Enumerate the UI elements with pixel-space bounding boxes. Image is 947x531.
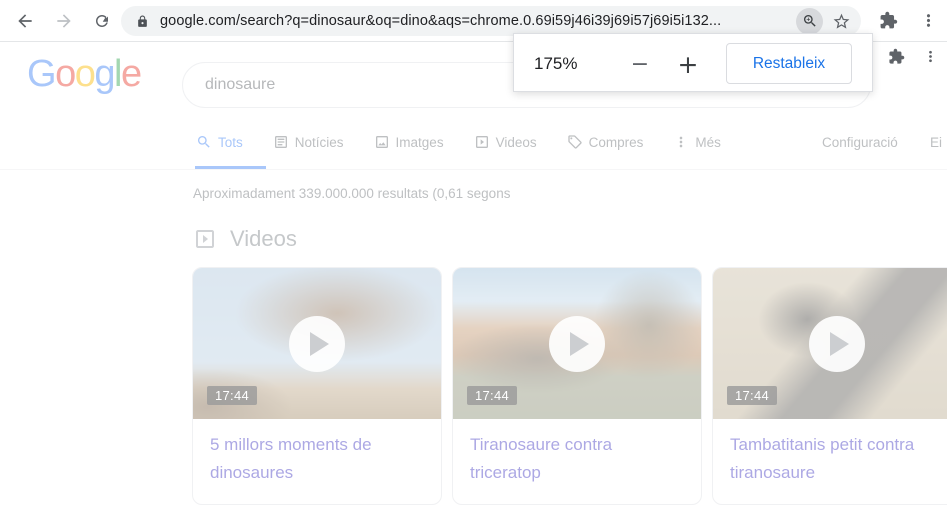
play-triangle-icon <box>310 332 329 356</box>
back-arrow-icon <box>15 11 35 31</box>
tab-label: Compres <box>589 135 644 150</box>
back-button[interactable] <box>14 10 36 32</box>
logo-letter: G <box>27 53 55 95</box>
videos-section-icon <box>193 227 217 251</box>
shopping-tag-icon <box>567 134 583 150</box>
video-title-link[interactable]: Tiranosaure contra triceratop <box>453 419 701 487</box>
zoom-indicator-button[interactable] <box>796 8 823 35</box>
forward-arrow-icon <box>54 11 74 31</box>
video-thumbnail[interactable]: 17:44 <box>453 268 701 419</box>
search-icon <box>196 134 212 150</box>
tabs-divider <box>0 169 947 170</box>
video-card[interactable]: 17:44 5 millors moments de dinosaures <box>192 267 442 505</box>
play-button[interactable] <box>289 316 345 372</box>
zoom-reset-button[interactable]: Restableix <box>726 43 852 84</box>
zoom-in-button[interactable]: + <box>672 48 704 80</box>
tab-tots[interactable]: Tots <box>196 134 243 150</box>
url-text: google.com/search?q=dinosaur&oq=dino&aqs… <box>160 13 796 29</box>
tab-videos[interactable]: Videos <box>474 134 537 150</box>
video-duration-badge: 17:44 <box>207 386 257 405</box>
settings-link[interactable]: Configuració <box>822 135 898 150</box>
zoom-in-magnifier-icon <box>802 13 818 29</box>
google-results-page: Google Tots Notícies Imatges Videos Comp… <box>0 42 947 531</box>
three-dot-menu-icon <box>919 11 938 30</box>
tab-noticies[interactable]: Notícies <box>273 134 344 150</box>
tab-label: Tots <box>218 135 243 150</box>
play-button[interactable] <box>809 316 865 372</box>
tab-imatges[interactable]: Imatges <box>374 134 444 150</box>
refresh-icon <box>93 12 111 30</box>
tab-compres[interactable]: Compres <box>567 134 644 150</box>
puzzle-piece-icon <box>879 11 898 30</box>
logo-letter: g <box>94 53 114 95</box>
result-stats: Aproximadament 339.000.000 resultats (0,… <box>193 186 510 201</box>
forward-button[interactable] <box>53 10 75 32</box>
video-card[interactable]: 17:44 Tiranosaure contra triceratop <box>452 267 702 505</box>
address-bar[interactable]: google.com/search?q=dinosaur&oq=dino&aqs… <box>121 6 861 36</box>
logo-letter: o <box>55 53 75 95</box>
logo-letter: o <box>75 53 95 95</box>
extensions-button-secondary[interactable] <box>888 48 905 65</box>
zoom-popup: 175% − + Restableix <box>513 33 873 92</box>
tools-link[interactable]: Ei <box>930 135 942 150</box>
puzzle-piece-icon <box>888 48 905 65</box>
image-icon <box>374 134 390 150</box>
video-title-link[interactable]: Tambatitanis petit contra tiranosaure <box>713 419 947 487</box>
video-play-icon <box>474 134 490 150</box>
more-vertical-dots-icon <box>673 134 689 150</box>
videos-section-title: Videos <box>230 226 297 252</box>
video-card[interactable]: 17:44 Tambatitanis petit contra tiranosa… <box>712 267 947 505</box>
bookmark-star-button[interactable] <box>832 12 851 31</box>
logo-letter: l <box>114 53 121 95</box>
play-button[interactable] <box>549 316 605 372</box>
tab-label: Notícies <box>295 135 344 150</box>
tab-label: Videos <box>496 135 537 150</box>
video-thumbnail[interactable]: 17:44 <box>193 268 441 419</box>
extensions-button[interactable] <box>879 11 898 30</box>
zoom-level-value: 175% <box>534 34 577 93</box>
google-logo[interactable]: Google <box>27 53 141 96</box>
tab-mes[interactable]: Més <box>673 134 721 150</box>
video-title-link[interactable]: 5 millors moments de dinosaures <box>193 419 441 487</box>
tab-label: Imatges <box>396 135 444 150</box>
video-duration-badge: 17:44 <box>727 386 777 405</box>
video-cards: 17:44 5 millors moments de dinosaures 17… <box>192 267 947 505</box>
result-tabs: Tots Notícies Imatges Videos Compres Més <box>196 134 721 150</box>
play-triangle-icon <box>830 332 849 356</box>
refresh-button[interactable] <box>91 10 113 32</box>
tab-label: Més <box>695 135 721 150</box>
play-triangle-icon <box>570 332 589 356</box>
three-dot-menu-icon <box>922 48 939 65</box>
video-duration-badge: 17:44 <box>467 386 517 405</box>
star-outline-icon <box>832 12 851 31</box>
news-icon <box>273 134 289 150</box>
videos-section-header: Videos <box>193 226 297 252</box>
menu-button-secondary[interactable] <box>922 48 939 65</box>
video-thumbnail[interactable]: 17:44 <box>713 268 947 419</box>
zoom-out-button[interactable]: − <box>624 48 656 80</box>
browser-menu-button[interactable] <box>919 11 938 30</box>
lock-icon <box>136 15 149 28</box>
logo-letter: e <box>121 53 141 95</box>
